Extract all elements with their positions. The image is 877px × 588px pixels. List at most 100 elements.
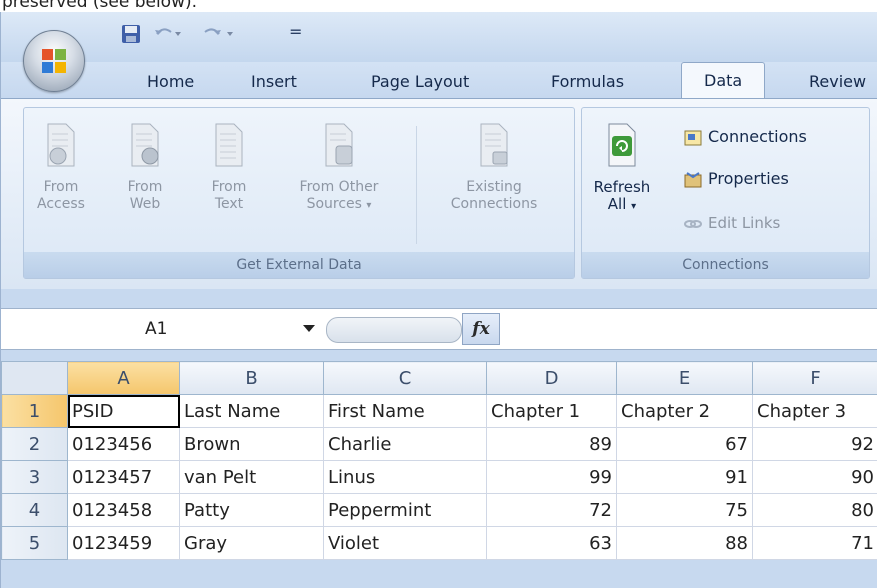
redo-icon[interactable] — [199, 24, 239, 44]
cell[interactable]: 89 — [486, 427, 617, 461]
from-other-label-2: Sources ▾ — [306, 196, 372, 212]
from-web-button[interactable]: From Web — [116, 122, 174, 213]
formula-bar-splitter[interactable] — [326, 317, 462, 343]
properties-icon — [684, 171, 702, 188]
connections-label: Connections — [708, 127, 807, 146]
from-web-label-2: Web — [129, 196, 161, 212]
cell-f1[interactable]: Chapter 3 — [752, 394, 877, 428]
cell-d1[interactable]: Chapter 1 — [486, 394, 617, 428]
cell-c1[interactable]: First Name — [323, 394, 487, 428]
cell[interactable]: Peppermint — [323, 493, 487, 527]
quick-access-toolbar: = — [1, 12, 877, 62]
ribbon: From Access From Web From Text From Othe… — [1, 98, 877, 289]
name-box[interactable]: A1 — [1, 309, 319, 349]
office-button[interactable] — [23, 30, 85, 92]
from-access-label-1: From — [43, 179, 79, 195]
ribbon-tabs: Home Insert Page Layout Formulas Data Re… — [1, 62, 877, 99]
group-separator — [416, 126, 417, 244]
cell[interactable]: 75 — [616, 493, 753, 527]
from-other-sources-button[interactable]: From Other Sources ▾ — [274, 122, 404, 214]
cell[interactable]: 80 — [752, 493, 877, 527]
row-header[interactable]: 3 — [1, 460, 68, 494]
existing-connections-button[interactable]: Existing Connections — [428, 122, 560, 213]
tab-formulas[interactable]: Formulas — [551, 72, 624, 91]
column-header-b[interactable]: B — [179, 361, 324, 395]
cell[interactable]: 99 — [486, 460, 617, 494]
cell[interactable]: 71 — [752, 526, 877, 560]
tab-page-layout[interactable]: Page Layout — [371, 72, 469, 91]
access-icon — [47, 123, 75, 167]
row-header[interactable]: 2 — [1, 427, 68, 461]
table-row: 1 PSID Last Name First Name Chapter 1 Ch… — [1, 394, 877, 428]
web-icon — [131, 123, 159, 167]
spreadsheet-grid: A B C D E F 1 PSID Last Name First Name … — [1, 361, 877, 560]
tab-review[interactable]: Review — [809, 72, 866, 91]
group-get-external-data: From Access From Web From Text From Othe… — [23, 107, 575, 279]
cell[interactable]: 0123458 — [67, 493, 180, 527]
refresh-label-2: All ▾ — [607, 195, 637, 213]
column-header-a[interactable]: A — [67, 361, 180, 395]
select-all-button[interactable] — [1, 361, 68, 395]
existing-label-2: Connections — [450, 196, 538, 212]
column-header-row: A B C D E F — [1, 361, 877, 395]
cell[interactable]: 91 — [616, 460, 753, 494]
cell[interactable]: 67 — [616, 427, 753, 461]
cell[interactable]: Brown — [179, 427, 324, 461]
cell[interactable]: 90 — [752, 460, 877, 494]
cell[interactable]: 63 — [486, 526, 617, 560]
cell-a1[interactable]: PSID — [67, 394, 180, 428]
column-header-d[interactable]: D — [486, 361, 617, 395]
from-text-button[interactable]: From Text — [200, 122, 258, 213]
from-other-label-1: From Other — [299, 179, 379, 195]
connections-button[interactable]: Connections — [684, 126, 807, 148]
cell[interactable]: Patty — [179, 493, 324, 527]
table-row: 4 0123458 Patty Peppermint 72 75 80 — [1, 493, 877, 527]
cell[interactable]: Violet — [323, 526, 487, 560]
tab-insert[interactable]: Insert — [251, 72, 297, 91]
refresh-icon — [608, 123, 636, 167]
cell-b1[interactable]: Last Name — [179, 394, 324, 428]
column-header-c[interactable]: C — [323, 361, 487, 395]
cell[interactable]: Gray — [179, 526, 324, 560]
column-header-e[interactable]: E — [616, 361, 753, 395]
column-header-f[interactable]: F — [752, 361, 877, 395]
row-header[interactable]: 1 — [1, 394, 68, 428]
cell[interactable]: Linus — [323, 460, 487, 494]
row-header[interactable]: 5 — [1, 526, 68, 560]
edit-links-label: Edit Links — [708, 214, 781, 232]
existing-label-1: Existing — [466, 179, 522, 195]
save-icon[interactable] — [121, 24, 141, 44]
row-header[interactable]: 4 — [1, 493, 68, 527]
group-label-connections: Connections — [582, 252, 869, 278]
connections-icon — [684, 130, 702, 146]
group-label-get-external-data: Get External Data — [24, 252, 574, 278]
cell[interactable]: 72 — [486, 493, 617, 527]
formula-input[interactable] — [501, 309, 877, 349]
chevron-down-icon[interactable] — [303, 325, 315, 332]
refresh-all-button[interactable]: Refresh All ▾ — [592, 122, 652, 215]
cell[interactable]: 0123456 — [67, 427, 180, 461]
tab-home[interactable]: Home — [147, 72, 194, 91]
insert-function-button[interactable]: fx — [462, 313, 500, 345]
from-access-label-2: Access — [37, 196, 85, 212]
properties-button[interactable]: Properties — [684, 168, 789, 190]
edit-links-button[interactable]: Edit Links — [684, 212, 780, 234]
formula-bar: A1 fx — [1, 308, 877, 350]
group-connections: Refresh All ▾ Connections Properties Edi… — [581, 107, 870, 279]
cell[interactable]: Charlie — [323, 427, 487, 461]
from-text-label-1: From — [211, 179, 247, 195]
cell[interactable]: 88 — [616, 526, 753, 560]
name-box-value[interactable]: A1 — [145, 309, 167, 349]
from-text-label-2: Text — [214, 196, 244, 212]
cell[interactable]: 0123457 — [67, 460, 180, 494]
customize-qat-button[interactable]: = — [289, 22, 302, 42]
from-access-button[interactable]: From Access — [32, 122, 90, 213]
tab-data[interactable]: Data — [681, 62, 766, 99]
edit-links-icon — [684, 216, 702, 232]
office-logo-icon — [42, 49, 66, 73]
cell-e1[interactable]: Chapter 2 — [616, 394, 753, 428]
cell[interactable]: 92 — [752, 427, 877, 461]
cell[interactable]: van Pelt — [179, 460, 324, 494]
cell[interactable]: 0123459 — [67, 526, 180, 560]
undo-icon[interactable] — [153, 24, 183, 44]
